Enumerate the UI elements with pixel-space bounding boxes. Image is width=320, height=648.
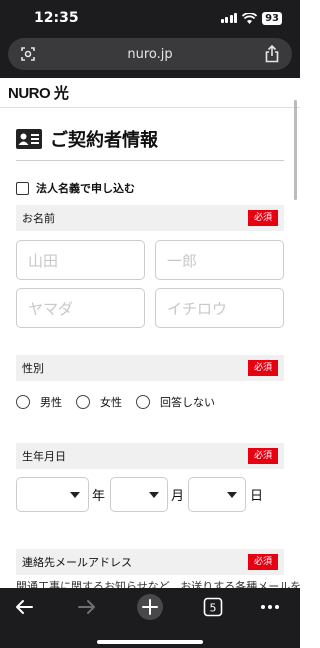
tabs-icon: 5: [203, 597, 223, 617]
chevron-down-icon: [227, 492, 237, 498]
browser-bottom-toolbar: 5: [0, 588, 300, 648]
month-unit: 月: [171, 489, 185, 504]
gender-option-label[interactable]: 男性: [40, 394, 62, 410]
last-name-field[interactable]: 山田: [16, 240, 145, 280]
page-scrollbar[interactable]: [294, 100, 297, 200]
status-bar: 12:35 93: [0, 0, 300, 36]
birthdate-label: 生年月日: [22, 450, 66, 463]
plus-icon: [137, 594, 163, 620]
forward-arrow-icon: [78, 600, 95, 614]
url-bar[interactable]: nuro.jp: [8, 38, 292, 70]
back-arrow-icon: [16, 600, 33, 614]
gender-option-label[interactable]: 女性: [100, 394, 122, 410]
birth-year-select[interactable]: [16, 477, 89, 512]
required-badge: 必須: [247, 360, 278, 376]
chevron-down-icon: [70, 492, 80, 498]
first-name-kana-field[interactable]: イチロウ: [155, 288, 284, 328]
day-unit: 日: [250, 489, 264, 504]
gender-option-label[interactable]: 回答しない: [160, 394, 215, 410]
first-name-field[interactable]: 一郎: [155, 240, 284, 280]
email-description: 開通工事に関するお知らせなど、お送りする各種メールを: [16, 580, 300, 588]
name-section-header: お名前 必須: [16, 205, 284, 231]
battery-indicator: 93: [262, 11, 282, 25]
more-icon: [261, 605, 279, 609]
status-indicators: 93: [220, 11, 282, 25]
back-button[interactable]: [9, 594, 39, 620]
gender-label: 性別: [22, 362, 44, 375]
corporate-checkbox-label[interactable]: 法人名義で申し込む: [36, 180, 135, 196]
gender-radio-male[interactable]: [16, 395, 30, 409]
wifi-icon: [242, 12, 258, 24]
required-badge: 必須: [247, 554, 278, 570]
tabs-button[interactable]: 5: [198, 594, 228, 620]
birthdate-section-header: 生年月日 必須: [16, 443, 284, 469]
last-name-kana-field[interactable]: ヤマダ: [16, 288, 145, 328]
page-settings-icon[interactable]: [20, 46, 36, 62]
corporate-checkbox-row[interactable]: 法人名義で申し込む: [16, 180, 135, 196]
tab-count: 5: [210, 602, 217, 615]
home-indicator: [97, 640, 203, 644]
title-divider: [16, 160, 284, 161]
page-title: ご契約者情報: [50, 130, 158, 151]
nuro-logo[interactable]: NURO 光: [8, 82, 69, 103]
web-page: NURO 光 ご契約者情報 法人名義で申し込む お名前 必須 山田 一郎 ヤマダ…: [0, 78, 300, 588]
email-label: 連絡先メールアドレス: [22, 556, 132, 569]
gender-radio-no-answer[interactable]: [136, 395, 150, 409]
gender-section-header: 性別 必須: [16, 355, 284, 381]
cellular-signal-icon: [220, 13, 238, 23]
chevron-down-icon: [149, 492, 159, 498]
section-title-row: ご契約者情報: [16, 126, 158, 152]
corporate-checkbox[interactable]: [16, 181, 29, 195]
required-badge: 必須: [247, 210, 278, 226]
browser-top-chrome: 12:35 93 nuro.jp: [0, 0, 300, 78]
more-button[interactable]: [255, 594, 285, 620]
status-time: 12:35: [34, 10, 79, 26]
name-label: お名前: [22, 212, 55, 225]
year-unit: 年: [92, 489, 106, 504]
site-header: NURO 光: [0, 78, 300, 108]
gender-radio-group: 男性 女性 回答しない: [16, 394, 229, 410]
new-tab-button[interactable]: [135, 594, 165, 620]
email-section-header: 連絡先メールアドレス 必須: [16, 549, 284, 575]
gender-radio-female[interactable]: [76, 395, 90, 409]
share-icon[interactable]: [264, 45, 280, 63]
birth-month-select[interactable]: [110, 477, 168, 512]
required-badge: 必須: [247, 448, 278, 464]
forward-button[interactable]: [72, 594, 102, 620]
url-text[interactable]: nuro.jp: [127, 47, 172, 62]
birth-day-select[interactable]: [188, 477, 246, 512]
contact-card-icon: [16, 129, 42, 149]
